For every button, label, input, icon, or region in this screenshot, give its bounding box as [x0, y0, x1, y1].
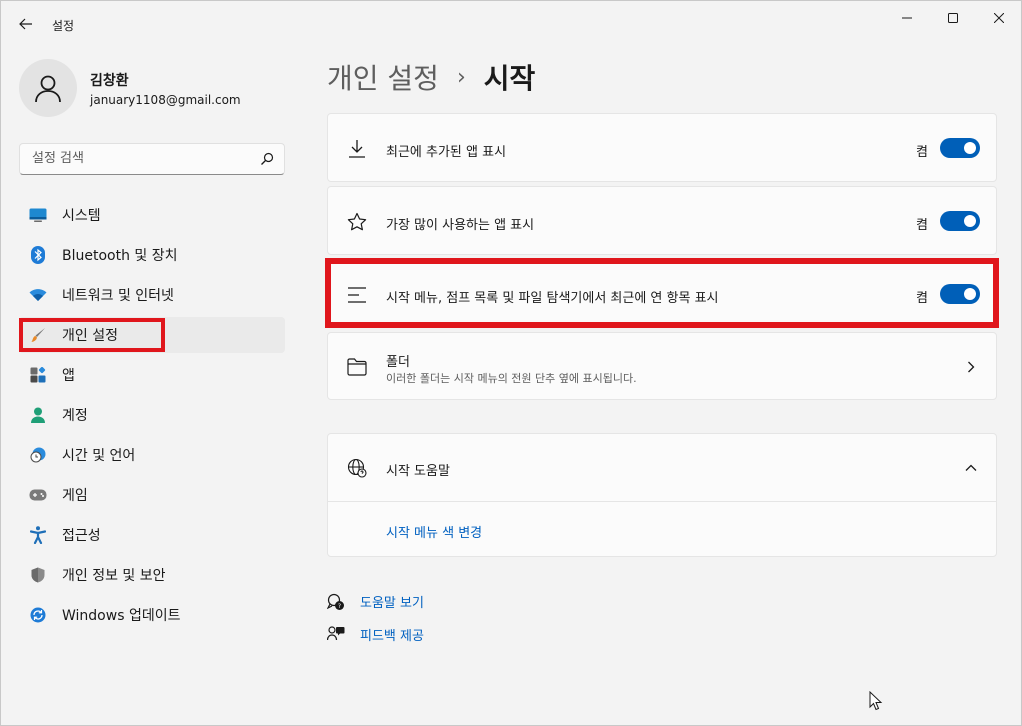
setting-label: 가장 많이 사용하는 앱 표시	[386, 218, 535, 233]
svg-text:?: ?	[338, 603, 341, 610]
setting-folders[interactable]: 폴더 이러한 폴더는 시작 메뉴의 전원 단추 옆에 표시됩니다.	[327, 332, 997, 400]
toggle-state-label: 켬	[916, 145, 928, 160]
sidebar-item-label: 계정	[62, 408, 88, 424]
gamepad-icon	[29, 486, 47, 504]
chevron-right-icon[interactable]	[964, 360, 978, 374]
back-button[interactable]	[15, 13, 37, 35]
wifi-icon	[29, 286, 47, 304]
person-icon	[29, 406, 47, 424]
apps-icon	[29, 366, 47, 384]
setting-label: 최근에 추가된 앱 표시	[386, 145, 507, 160]
bluetooth-icon	[29, 246, 47, 264]
sidebar-item-time-language[interactable]: 시간 및 언어	[19, 437, 285, 473]
help-section-title: 시작 도움말	[386, 464, 450, 479]
avatar	[19, 59, 77, 117]
sidebar-item-label: 앱	[62, 368, 75, 384]
user-name: 김창환	[90, 72, 129, 89]
globe-help-icon	[346, 457, 368, 479]
recent-apps-toggle[interactable]	[940, 138, 980, 158]
setting-description: 이러한 폴더는 시작 메뉴의 전원 단추 옆에 표시됩니다.	[386, 372, 637, 385]
sidebar-item-windows-update[interactable]: Windows 업데이트	[19, 597, 285, 633]
sidebar-item-label: 시스템	[62, 208, 101, 224]
settings-search[interactable]	[19, 143, 285, 175]
most-used-toggle[interactable]	[940, 211, 980, 231]
setting-recent-apps[interactable]: 최근에 추가된 앱 표시 켬	[327, 113, 997, 182]
sidebar-item-privacy[interactable]: 개인 정보 및 보안	[19, 557, 285, 593]
folder-icon	[346, 356, 368, 378]
sidebar-item-label: 네트워크 및 인터넷	[62, 288, 174, 304]
sidebar-item-label: Bluetooth 및 장치	[62, 248, 178, 264]
search-icon[interactable]	[260, 151, 274, 170]
breadcrumb-separator: ›	[456, 64, 466, 90]
sidebar-item-gaming[interactable]: 게임	[19, 477, 285, 513]
help-section: 시작 도움말 시작 메뉴 색 변경	[327, 433, 997, 557]
sidebar-item-system[interactable]: 시스템	[19, 197, 285, 233]
close-icon	[994, 13, 1004, 23]
star-icon	[346, 211, 368, 233]
minimize-icon	[902, 17, 912, 19]
breadcrumb: 개인 설정 › 시작	[327, 57, 535, 97]
chevron-up-icon[interactable]	[964, 461, 978, 475]
sidebar-item-accounts[interactable]: 계정	[19, 397, 285, 433]
settings-window: 설정 김창환 january1108@gmail.com 시스템	[0, 0, 1022, 726]
user-icon	[35, 75, 61, 103]
breadcrumb-parent[interactable]: 개인 설정	[327, 57, 439, 97]
setting-most-used[interactable]: 가장 많이 사용하는 앱 표시 켬	[327, 186, 997, 255]
divider	[328, 501, 996, 502]
get-help-link-row[interactable]: ? 도움말 보기	[327, 592, 424, 611]
close-button[interactable]	[976, 1, 1022, 35]
maximize-button[interactable]	[930, 1, 976, 35]
sidebar-item-apps[interactable]: 앱	[19, 357, 285, 393]
highlight-box-setting	[325, 258, 999, 328]
window-title: 설정	[52, 19, 75, 33]
setting-label: 폴더	[386, 355, 410, 370]
clock-globe-icon	[29, 446, 47, 464]
user-email: january1108@gmail.com	[90, 92, 241, 107]
sidebar-item-network[interactable]: 네트워크 및 인터넷	[19, 277, 285, 313]
mouse-cursor-icon	[869, 690, 883, 715]
download-icon	[346, 138, 368, 160]
feedback-link[interactable]: 피드백 제공	[360, 625, 424, 644]
sidebar-item-label: 시간 및 언어	[62, 448, 136, 464]
monitor-icon	[29, 206, 47, 224]
arrow-left-icon	[19, 18, 32, 30]
get-help-link[interactable]: 도움말 보기	[360, 592, 424, 611]
highlight-box-nav	[19, 318, 165, 352]
update-icon	[29, 606, 47, 624]
help-chat-icon: ?	[327, 593, 345, 611]
maximize-icon	[948, 13, 958, 23]
toggle-state-label: 켬	[916, 218, 928, 233]
sidebar-item-accessibility[interactable]: 접근성	[19, 517, 285, 553]
shield-icon	[29, 566, 47, 584]
feedback-link-row[interactable]: 피드백 제공	[327, 625, 424, 644]
sidebar-item-label: 접근성	[62, 528, 101, 544]
sidebar-item-label: 개인 정보 및 보안	[62, 568, 166, 584]
help-section-header[interactable]: 시작 도움말	[328, 434, 996, 501]
search-input[interactable]	[30, 150, 254, 167]
sidebar-item-label: Windows 업데이트	[62, 608, 181, 624]
sidebar-nav: 시스템 Bluetooth 및 장치 네트워크 및 인터넷 개인 설정 앱 계정…	[19, 197, 285, 637]
title-bar: 설정	[1, 1, 1021, 49]
accessibility-icon	[29, 526, 47, 544]
page-title: 시작	[483, 62, 536, 95]
feedback-icon	[327, 625, 345, 644]
sidebar-item-label: 게임	[62, 488, 88, 504]
minimize-button[interactable]	[884, 1, 930, 35]
user-profile[interactable]: 김창환 january1108@gmail.com	[19, 59, 241, 117]
sidebar-item-bluetooth[interactable]: Bluetooth 및 장치	[19, 237, 285, 273]
change-start-color-link[interactable]: 시작 메뉴 색 변경	[386, 522, 482, 541]
